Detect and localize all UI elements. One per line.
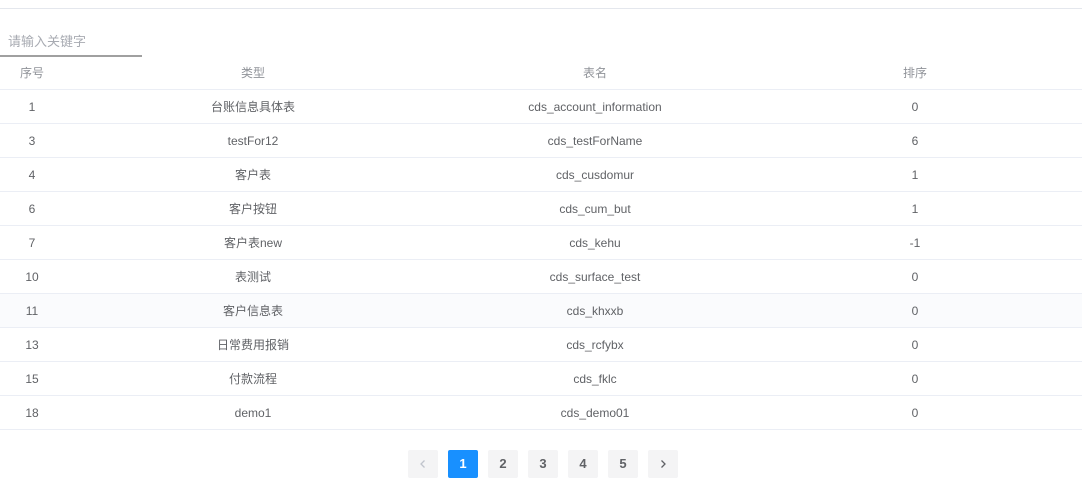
cell-id: 11 [0, 293, 64, 328]
cell-table-name: cds_cusdomur [442, 157, 748, 192]
search-field[interactable] [0, 27, 142, 57]
header-sort[interactable]: 排序 [748, 56, 1082, 90]
cell-sort: 1 [748, 191, 1082, 226]
cell-type: 付款流程 [64, 361, 442, 396]
page-button-2[interactable]: 2 [488, 450, 518, 478]
cell-table-name: cds_rcfybx [442, 327, 748, 362]
prev-page-button[interactable] [408, 450, 438, 478]
cell-sort: 6 [748, 123, 1082, 158]
cell-table-name: cds_account_information [442, 89, 748, 124]
page-button-1[interactable]: 1 [448, 450, 478, 478]
cell-type: 台账信息具体表 [64, 89, 442, 124]
pagination: 1 2 3 4 5 [408, 450, 678, 478]
cell-id: 7 [0, 225, 64, 260]
cell-id: 3 [0, 123, 64, 158]
table-row[interactable]: 3 testFor12 cds_testForName 6 [0, 123, 1082, 158]
cell-id: 18 [0, 395, 64, 430]
chevron-right-icon [661, 460, 666, 468]
table-header-row: 序号 类型 表名 排序 [0, 56, 1082, 90]
table-row[interactable]: 10 表测试 cds_surface_test 0 [0, 259, 1082, 294]
table-row[interactable]: 15 付款流程 cds_fklc 0 [0, 361, 1082, 396]
cell-type: demo1 [64, 395, 442, 430]
header-table-name[interactable]: 表名 [442, 56, 748, 90]
cell-table-name: cds_khxxb [442, 293, 748, 328]
cell-table-name: cds_testForName [442, 123, 748, 158]
cell-table-name: cds_cum_but [442, 191, 748, 226]
cell-table-name: cds_surface_test [442, 259, 748, 294]
header-id[interactable]: 序号 [0, 56, 64, 90]
table-row[interactable]: 6 客户按钮 cds_cum_but 1 [0, 191, 1082, 226]
cell-table-name: cds_fklc [442, 361, 748, 396]
table-row[interactable]: 13 日常费用报销 cds_rcfybx 0 [0, 327, 1082, 362]
table-row[interactable]: 1 台账信息具体表 cds_account_information 0 [0, 89, 1082, 124]
page: 序号 类型 表名 排序 1 台账信息具体表 cds_account_inform… [0, 0, 1082, 484]
table-row[interactable]: 18 demo1 cds_demo01 0 [0, 395, 1082, 430]
cell-type: 客户表 [64, 157, 442, 192]
cell-sort: 0 [748, 361, 1082, 396]
cell-id: 1 [0, 89, 64, 124]
chevron-left-icon [420, 460, 425, 468]
cell-id: 13 [0, 327, 64, 362]
top-divider [0, 8, 1082, 9]
page-button-4[interactable]: 4 [568, 450, 598, 478]
cell-id: 10 [0, 259, 64, 294]
page-button-3[interactable]: 3 [528, 450, 558, 478]
cell-type: 客户表new [64, 225, 442, 260]
cell-sort: 0 [748, 89, 1082, 124]
data-table: 序号 类型 表名 排序 1 台账信息具体表 cds_account_inform… [0, 56, 1082, 430]
cell-type: testFor12 [64, 123, 442, 158]
cell-sort: 0 [748, 327, 1082, 362]
cell-id: 4 [0, 157, 64, 192]
cell-sort: 0 [748, 259, 1082, 294]
cell-type: 客户按钮 [64, 191, 442, 226]
next-page-button[interactable] [648, 450, 678, 478]
table-row[interactable]: 11 客户信息表 cds_khxxb 0 [0, 293, 1082, 328]
cell-type: 日常费用报销 [64, 327, 442, 362]
cell-type: 表测试 [64, 259, 442, 294]
cell-id: 6 [0, 191, 64, 226]
page-button-5[interactable]: 5 [608, 450, 638, 478]
cell-table-name: cds_kehu [442, 225, 748, 260]
cell-sort: 1 [748, 157, 1082, 192]
cell-id: 15 [0, 361, 64, 396]
table-row[interactable]: 7 客户表new cds_kehu -1 [0, 225, 1082, 260]
search-input[interactable] [0, 27, 142, 55]
cell-type: 客户信息表 [64, 293, 442, 328]
cell-sort: -1 [748, 225, 1082, 260]
table-row[interactable]: 4 客户表 cds_cusdomur 1 [0, 157, 1082, 192]
cell-table-name: cds_demo01 [442, 395, 748, 430]
header-type[interactable]: 类型 [64, 56, 442, 90]
cell-sort: 0 [748, 293, 1082, 328]
cell-sort: 0 [748, 395, 1082, 430]
